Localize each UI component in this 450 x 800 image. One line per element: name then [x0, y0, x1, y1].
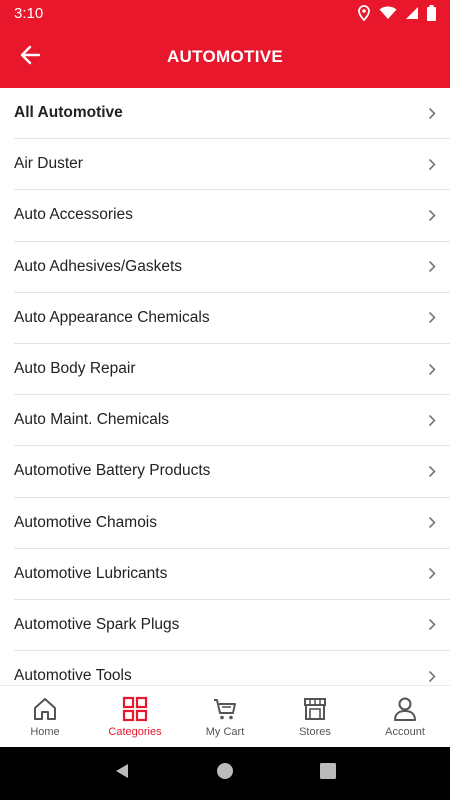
category-item[interactable]: Auto Adhesives/Gaskets — [14, 242, 450, 293]
category-label: Air Duster — [14, 155, 83, 173]
nav-cart[interactable]: My Cart — [180, 686, 270, 747]
system-nav-bar — [0, 747, 450, 800]
category-item[interactable]: Auto Accessories — [14, 190, 450, 242]
category-list[interactable]: All Automotive Air Duster Auto Accessori… — [0, 88, 450, 685]
nav-account-label: Account — [385, 726, 425, 738]
category-label: Automotive Lubricants — [14, 564, 168, 582]
category-item[interactable]: Automotive Chamois — [14, 498, 450, 549]
category-label: Auto Adhesives/Gaskets — [14, 257, 183, 275]
chevron-right-icon — [428, 107, 436, 120]
nav-stores[interactable]: Stores — [270, 686, 360, 747]
signal-icon — [405, 6, 419, 20]
chevron-right-icon — [428, 465, 436, 478]
back-button[interactable] — [10, 37, 50, 77]
battery-icon — [427, 5, 436, 21]
wifi-icon — [379, 6, 397, 20]
category-item[interactable]: Auto Body Repair — [14, 344, 450, 396]
status-icons — [357, 5, 436, 21]
chevron-right-icon — [428, 158, 436, 171]
nav-cart-label: My Cart — [205, 726, 245, 738]
category-label: Auto Maint. Chemicals — [14, 411, 170, 429]
nav-categories[interactable]: Categories — [90, 686, 180, 747]
nav-categories-label: Categories — [108, 726, 162, 738]
category-item[interactable]: Air Duster — [14, 139, 450, 191]
status-time: 3:10 — [14, 4, 44, 22]
grid-icon — [122, 696, 148, 722]
chevron-right-icon — [428, 670, 436, 683]
category-label: Automotive Battery Products — [14, 462, 211, 480]
chevron-right-icon — [428, 567, 436, 580]
chevron-right-icon — [428, 516, 436, 529]
triangle-back-icon — [113, 762, 131, 785]
home-icon — [32, 696, 58, 722]
category-item[interactable]: Automotive Lubricants — [14, 549, 450, 600]
nav-stores-label: Stores — [299, 726, 331, 738]
category-label: Automotive Chamois — [14, 513, 158, 531]
system-home-button[interactable] — [210, 759, 240, 789]
system-back-button[interactable] — [107, 759, 137, 789]
category-item[interactable]: Automotive Battery Products — [14, 446, 450, 498]
status-bar: 3:10 — [0, 0, 450, 26]
chevron-right-icon — [428, 363, 436, 376]
user-icon — [392, 696, 418, 722]
cart-icon — [212, 696, 238, 722]
category-label: Auto Accessories — [14, 206, 133, 224]
chevron-right-icon — [428, 414, 436, 427]
nav-home[interactable]: Home — [0, 686, 90, 747]
chevron-right-icon — [428, 260, 436, 273]
chevron-right-icon — [428, 209, 436, 222]
category-item[interactable]: All Automotive — [14, 88, 450, 140]
category-item[interactable]: Auto Maint. Chemicals — [14, 395, 450, 447]
category-label: Auto Body Repair — [14, 360, 136, 378]
bottom-nav: Home Categories My Cart Stores Account — [0, 685, 450, 747]
category-item[interactable]: Automotive Tools — [14, 651, 450, 685]
category-item[interactable]: Auto Appearance Chemicals — [14, 293, 450, 344]
category-item[interactable]: Automotive Spark Plugs — [14, 600, 450, 652]
category-label: Automotive Spark Plugs — [14, 615, 180, 633]
nav-account[interactable]: Account — [360, 686, 450, 747]
location-icon — [357, 5, 371, 21]
circle-home-icon — [216, 762, 234, 785]
app-bar: AUTOMOTIVE — [0, 26, 450, 88]
store-icon — [302, 696, 328, 722]
nav-home-label: Home — [30, 726, 60, 738]
category-label: All Automotive — [14, 104, 123, 122]
page-title: AUTOMOTIVE — [166, 47, 284, 66]
system-recents-button[interactable] — [313, 759, 343, 789]
category-label: Automotive Tools — [14, 667, 132, 685]
category-label: Auto Appearance Chemicals — [14, 308, 210, 326]
arrow-left-icon — [19, 44, 41, 71]
chevron-right-icon — [428, 311, 436, 324]
chevron-right-icon — [428, 618, 436, 631]
square-recents-icon — [320, 763, 337, 784]
